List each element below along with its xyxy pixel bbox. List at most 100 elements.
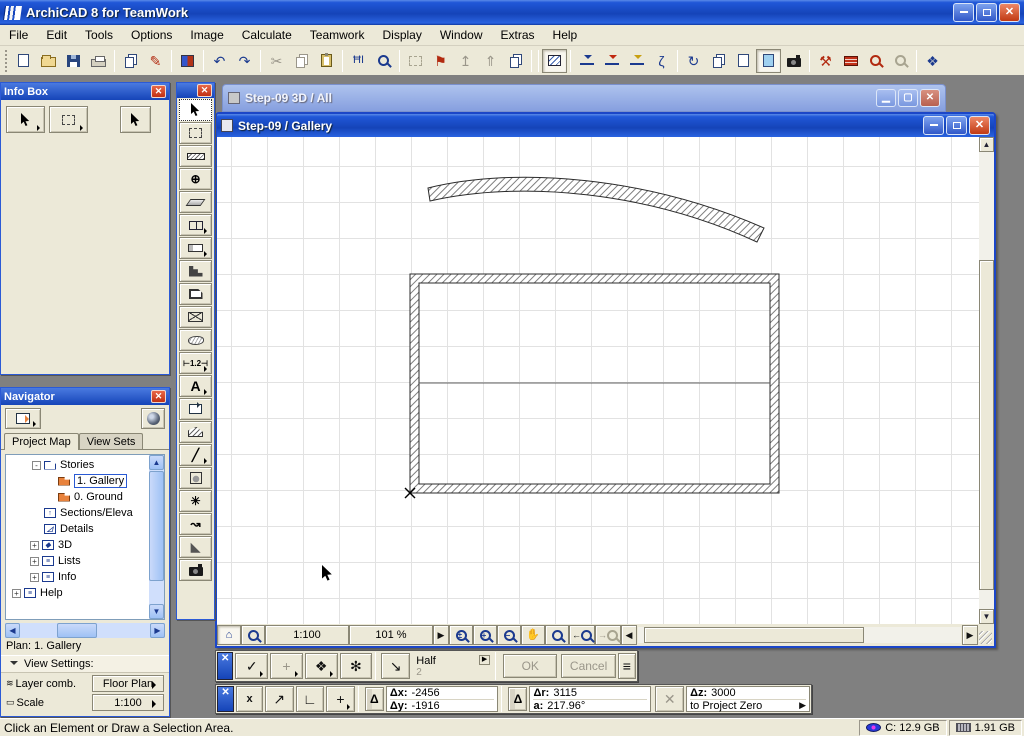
level-lower-button[interactable] (624, 49, 649, 73)
pan-button[interactable]: ✋ (521, 625, 545, 645)
menu-options[interactable]: Options (122, 26, 181, 44)
gallery-window-titlebar[interactable]: Step-09 / Gallery ✕ (217, 114, 994, 137)
toolbox-titlebar[interactable]: ✕ (177, 83, 214, 98)
fill-display-button[interactable] (542, 48, 567, 73)
zoom-level-button[interactable]: 101 % (349, 625, 433, 645)
tree-scroll-down-button[interactable]: ▼ (149, 604, 164, 619)
marquee-method-button[interactable] (49, 106, 88, 133)
grouping-button[interactable]: ❖ (304, 653, 338, 679)
tool-object[interactable] (179, 237, 212, 259)
cancel-button[interactable]: Cancel (561, 654, 616, 678)
tab-view-sets[interactable]: View Sets (78, 433, 144, 449)
back-maximize-button[interactable]: ▢ (898, 89, 918, 107)
reference-level[interactable]: to Project Zero (690, 700, 762, 712)
duplicate-button[interactable] (503, 49, 528, 73)
horizontal-scroll-thumb[interactable] (644, 627, 864, 643)
expand-right-button[interactable]: ▶ (433, 625, 449, 645)
tree-item-sections[interactable]: ↑ Sections/Eleva (6, 505, 149, 521)
tool-hotspot[interactable]: ✳ (179, 490, 212, 512)
origin-button[interactable]: x (236, 686, 263, 712)
grid-axes-button[interactable]: ∟ (295, 686, 325, 712)
tool-stair[interactable] (179, 260, 212, 282)
relative-polar-toggle[interactable]: Δ (508, 687, 528, 711)
tree-scroll-up-button[interactable]: ▲ (149, 455, 164, 470)
control-menu-button[interactable]: ≡ (617, 653, 637, 679)
dx-value[interactable]: -2456 (412, 687, 440, 699)
zoom-in-button[interactable]: + (473, 625, 497, 645)
snap-division-dropdown[interactable]: Half 2 ▶ (412, 653, 492, 679)
window-step09-3d[interactable]: Step-09 3D / All ▁ ▢ ✕ (222, 84, 946, 112)
save-button[interactable] (61, 49, 86, 73)
mark-up-button[interactable]: ⚑ (428, 49, 453, 73)
expand-icon[interactable]: + (12, 588, 21, 598)
ok-button[interactable]: OK (503, 654, 558, 678)
control-box-close[interactable]: ✕ (217, 652, 234, 680)
menu-calculate[interactable]: Calculate (233, 26, 301, 44)
relative-xy-toggle[interactable]: Δ (364, 687, 384, 711)
dz-value[interactable]: 3000 (711, 687, 735, 699)
tree-scroll-thumb[interactable] (149, 471, 164, 581)
tool-arrow[interactable] (179, 99, 212, 121)
doc-minimize-button[interactable] (923, 116, 944, 135)
level-dimension-button[interactable] (574, 49, 599, 73)
curved-wall[interactable] (427, 176, 765, 243)
angle-value[interactable]: 217.96° (547, 700, 585, 712)
tool-column[interactable]: ⊕ (179, 168, 212, 190)
scroll-left-button[interactable]: ◀ (621, 625, 637, 645)
dr-value[interactable]: 3115 (553, 687, 577, 699)
construction-display-button[interactable] (838, 49, 863, 73)
tracking-button[interactable]: ↗ (264, 686, 294, 712)
copy-view-button[interactable] (706, 49, 731, 73)
dy-value[interactable]: -1916 (412, 700, 440, 712)
scroll-down-button[interactable]: ▼ (979, 609, 994, 624)
tree-scroll-right-button[interactable]: ▶ (150, 623, 165, 638)
menu-edit[interactable]: Edit (37, 26, 76, 44)
copy-button[interactable] (289, 49, 314, 73)
tree-item-stories[interactable]: - Stories (6, 457, 149, 473)
tree-horizontal-scrollbar[interactable]: ◀ ▶ (5, 623, 165, 638)
snap-point-button[interactable]: ↘ (381, 653, 411, 679)
marquee-restrict-button[interactable] (403, 49, 428, 73)
doc-maximize-button[interactable] (946, 116, 967, 135)
pen-button[interactable]: ✎ (143, 49, 168, 73)
back-minimize-button[interactable]: ▁ (876, 89, 896, 107)
tab-project-map[interactable]: Project Map (4, 433, 79, 450)
find-next-button[interactable] (888, 49, 913, 73)
menu-extras[interactable]: Extras (492, 26, 544, 44)
tree-item-lists[interactable]: + ≡ Lists (6, 553, 149, 569)
tool-camera[interactable] (179, 559, 212, 581)
scroll-right-button[interactable]: ▶ (962, 625, 978, 645)
quick-views-button[interactable]: ⌂ (217, 625, 241, 645)
zoom-options-button[interactable] (371, 49, 396, 73)
photo-render-button[interactable] (781, 49, 806, 73)
toolbox-close-button[interactable]: ✕ (197, 84, 212, 97)
menu-file[interactable]: File (0, 26, 37, 44)
paste-button[interactable] (314, 49, 339, 73)
tool-slab[interactable] (179, 283, 212, 305)
tree-item-ground[interactable]: 0. Ground (6, 489, 149, 505)
menu-help[interactable]: Help (544, 26, 587, 44)
tool-window[interactable] (179, 214, 212, 236)
polar-coordinate-fields[interactable]: Δr: 3115 a: 217.96° (529, 686, 652, 712)
navigator-close-button[interactable]: ✕ (151, 390, 166, 403)
tool-marquee[interactable] (179, 122, 212, 144)
close-button[interactable]: ✕ (999, 3, 1020, 22)
tree-hscroll-thumb[interactable] (57, 623, 97, 638)
transfer-parameters-button[interactable]: ⇑ (478, 49, 503, 73)
tool-beam[interactable] (179, 191, 212, 213)
new-button[interactable] (11, 49, 36, 73)
menu-window[interactable]: Window (431, 26, 492, 44)
find-select-button[interactable] (863, 49, 888, 73)
cut-button[interactable]: ✂ (264, 49, 289, 73)
project-chooser-button[interactable] (5, 408, 41, 429)
tool-line[interactable]: ╱ (179, 444, 212, 466)
publisher-mode-button[interactable] (141, 408, 165, 429)
gravity-tool-button[interactable]: ζ (649, 49, 674, 73)
menu-tools[interactable]: Tools (76, 26, 122, 44)
open-button[interactable] (36, 49, 61, 73)
tool-wall[interactable] (179, 145, 212, 167)
navigator-titlebar[interactable]: Navigator ✕ (1, 388, 169, 405)
fit-in-window-view-button[interactable] (545, 625, 569, 645)
resize-grip[interactable] (979, 630, 992, 644)
tree-item-details[interactable]: ◿ Details (6, 521, 149, 537)
